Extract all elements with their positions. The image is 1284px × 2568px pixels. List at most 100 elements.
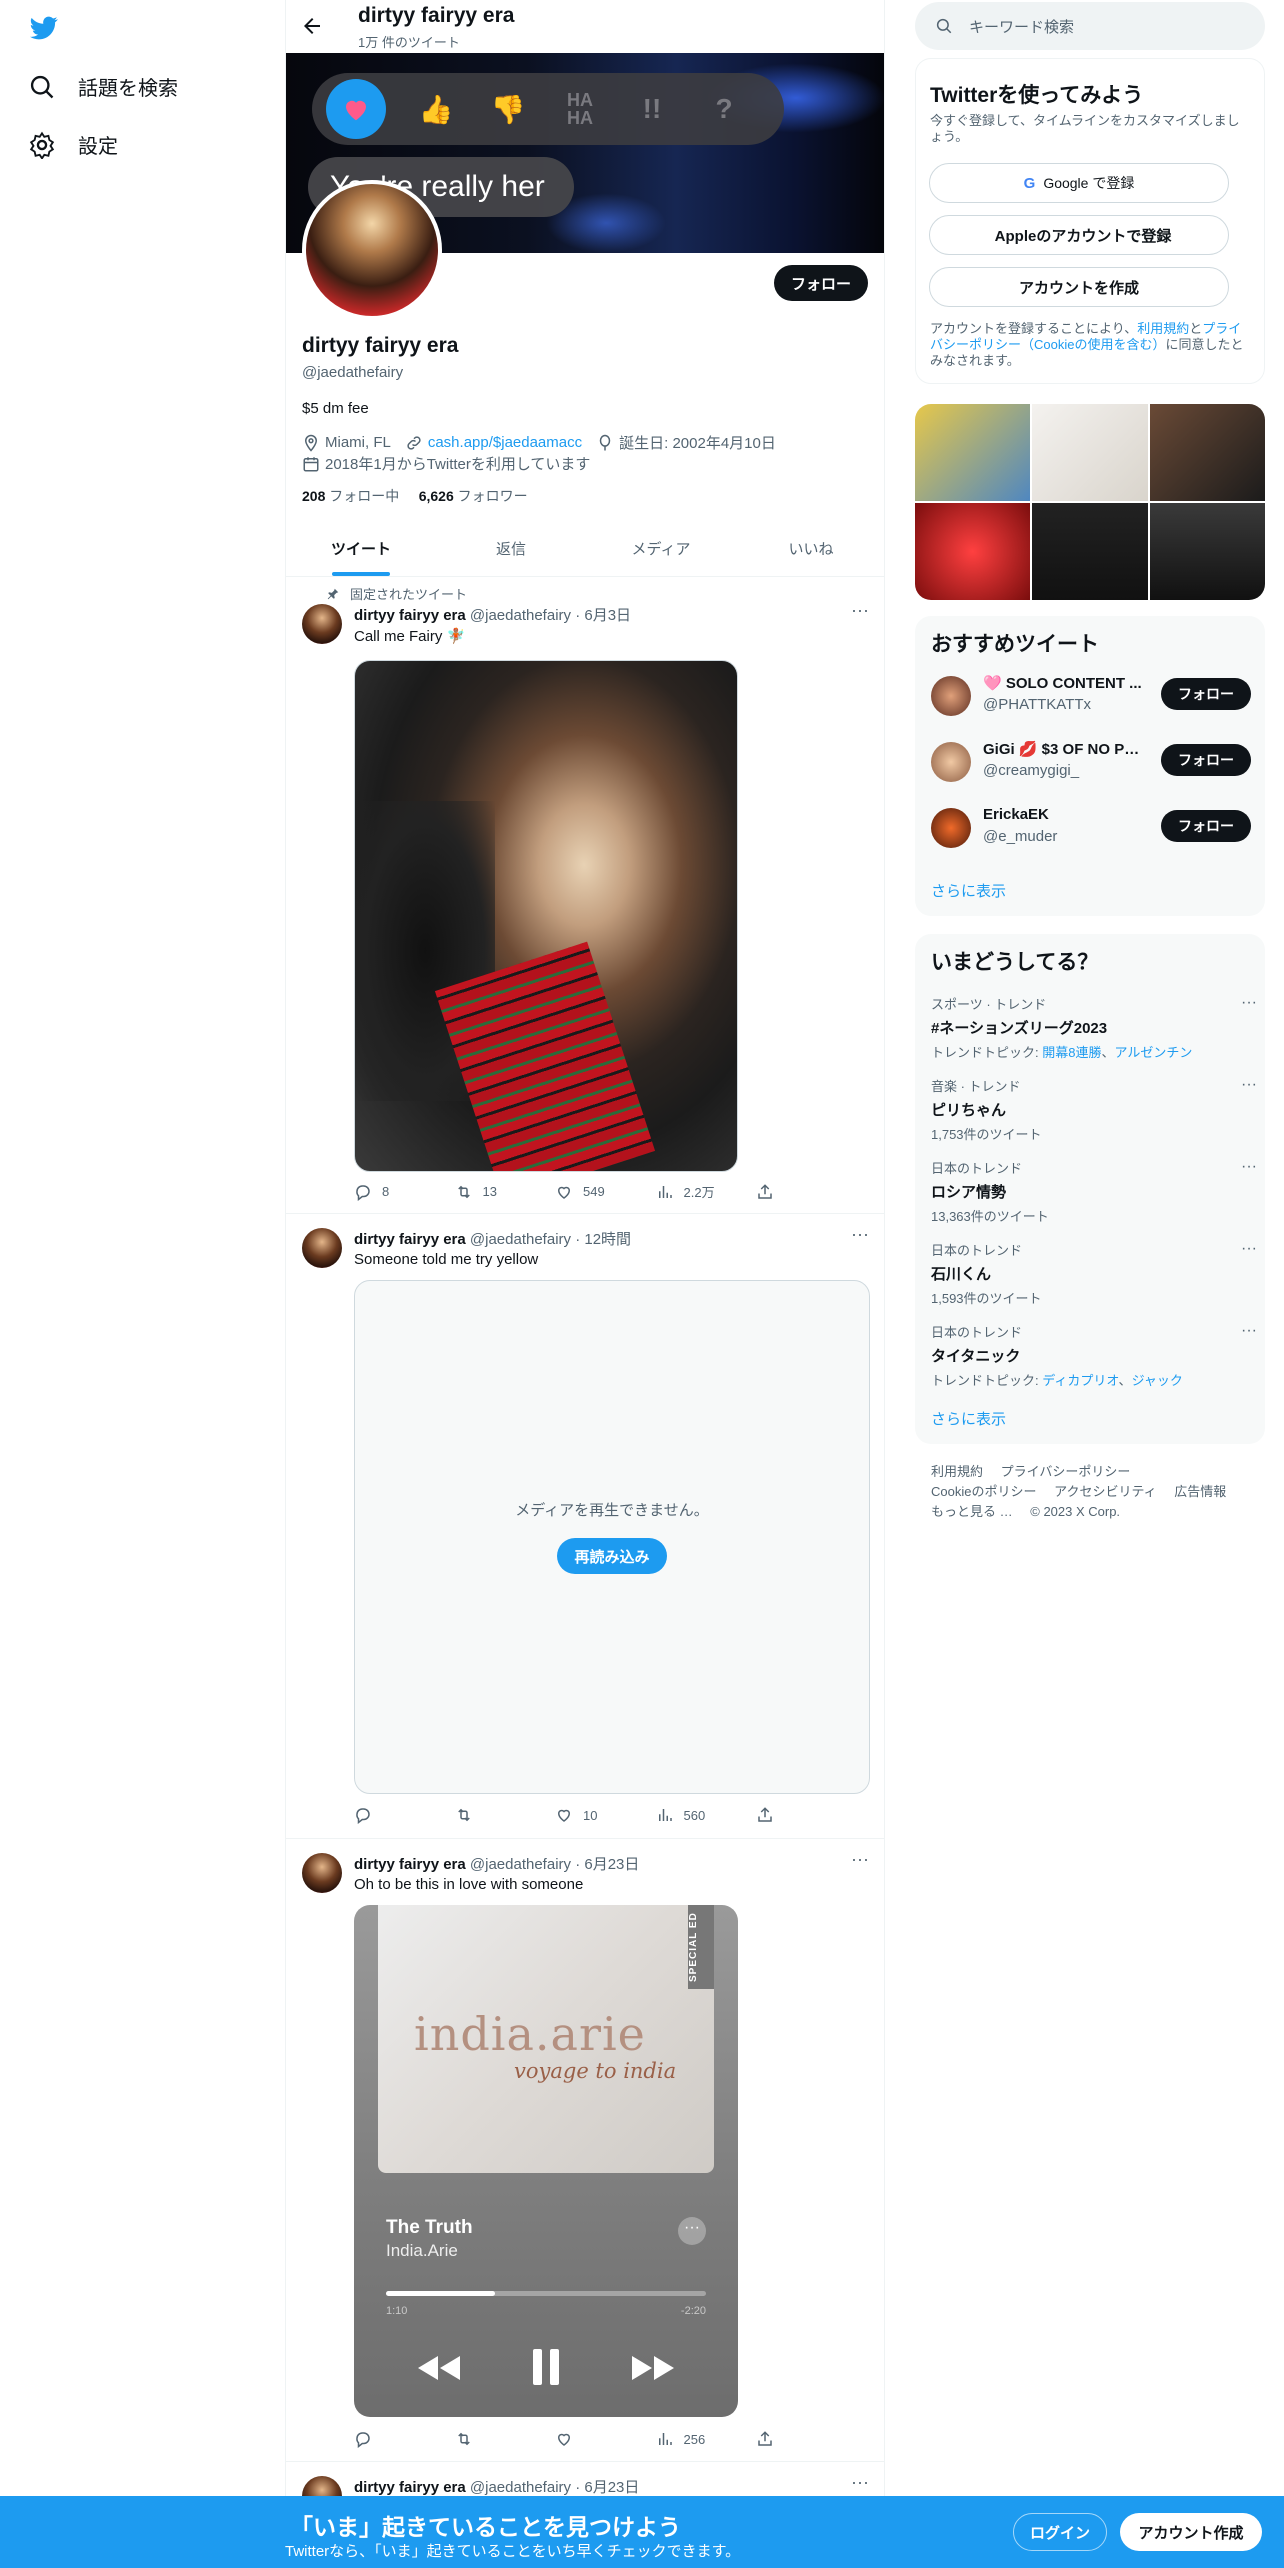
trend-item[interactable]: 音楽 · トレンド ピリちゃん 1,753件のツイート ··· — [931, 1076, 1257, 1143]
tweet-author-handle[interactable]: @jaedathefairy — [470, 2479, 571, 2496]
reco-user[interactable]: ErickaEK @e_muder フォロー — [931, 804, 1251, 854]
nav-explore[interactable]: 話題を検索 — [28, 72, 178, 101]
follow-button[interactable]: フォロー — [774, 265, 868, 301]
avatar[interactable] — [302, 604, 342, 644]
reply-button[interactable] — [354, 2430, 414, 2448]
reply-button[interactable] — [354, 1806, 414, 1824]
trend-item[interactable]: スポーツ · トレンド #ネーションズリーグ2023 トレンドトピック: 開幕8… — [931, 994, 1257, 1061]
trend-item[interactable]: 日本のトレンド ロシア情勢 13,363件のツイート ··· — [931, 1158, 1257, 1225]
avatar[interactable] — [302, 1853, 342, 1893]
tweet[interactable]: dirtyy fairyy era @jaedathefairy · 6月23日… — [286, 1839, 884, 2462]
back-arrow-icon[interactable] — [300, 14, 324, 38]
views-button[interactable]: 2.2万 — [656, 1182, 716, 1201]
retweet-button[interactable]: 13 — [455, 1182, 515, 1201]
music-player-screenshot[interactable]: india.arie voyage to india SPECIAL ED Th… — [354, 1905, 738, 2417]
login-button[interactable]: ログイン — [1013, 2513, 1107, 2551]
avatar[interactable] — [931, 808, 971, 848]
reco-user[interactable]: GiGi 💋 $3 OF NO PPV @creamygigi_ フォロー — [931, 738, 1251, 788]
tweet[interactable]: dirtyy fairyy era @jaedathefairy · 12時間 … — [286, 1214, 884, 1839]
more-options-icon[interactable]: ··· — [1241, 1240, 1257, 1258]
footer-link[interactable]: 利用規約 — [931, 1464, 983, 1479]
like-button[interactable]: 549 — [555, 1182, 615, 1201]
cookie-link[interactable]: （Cookieの使用を含む） — [1021, 337, 1165, 352]
more-options-icon[interactable]: ··· — [1241, 1076, 1257, 1094]
avatar[interactable] — [931, 676, 971, 716]
reload-button[interactable]: 再読み込み — [557, 1538, 667, 1574]
tweet-date[interactable]: · 6月23日 — [575, 2479, 639, 2496]
footer-link[interactable]: アクセシビリティ — [1054, 1484, 1157, 1499]
trends-show-more[interactable]: さらに表示 — [931, 1408, 1006, 1429]
tweet-author-name[interactable]: dirtyy fairyy era — [354, 1856, 466, 1873]
tweet-author-name[interactable]: dirtyy fairyy era — [354, 1231, 466, 1248]
share-button[interactable] — [756, 1182, 774, 1201]
share-button[interactable] — [756, 2430, 774, 2448]
tweet-author-handle[interactable]: @jaedathefairy — [470, 1231, 571, 1248]
tab-replies[interactable]: 返信 — [436, 524, 586, 576]
website-link[interactable]: cash.app/$jaedaamacc — [428, 434, 582, 451]
tab-media[interactable]: メディア — [586, 524, 736, 576]
grid-photo[interactable] — [915, 404, 1031, 501]
footer-link[interactable]: 広告情報 — [1174, 1484, 1226, 1499]
more-options-icon[interactable]: ··· — [850, 601, 870, 624]
reco-show-more[interactable]: さらに表示 — [931, 880, 1006, 901]
reco-user-name[interactable]: GiGi 💋 $3 OF NO PPV — [983, 740, 1143, 758]
following-link[interactable]: 208 フォロー中 — [302, 488, 399, 504]
more-options-icon[interactable]: ··· — [850, 1225, 870, 1248]
more-options-icon[interactable]: ··· — [1241, 1158, 1257, 1176]
google-signup-button[interactable]: G Google で登録 — [929, 163, 1229, 203]
terms-link[interactable]: 利用規約 — [1137, 321, 1189, 336]
profile-website[interactable]: cash.app/$jaedaamacc — [405, 434, 582, 452]
signup-button[interactable]: アカウント作成 — [1120, 2513, 1262, 2551]
more-options-icon[interactable]: ··· — [1241, 1322, 1257, 1340]
trend-item[interactable]: 日本のトレンド 石川くん 1,593件のツイート ··· — [931, 1240, 1257, 1307]
tweet-author-handle[interactable]: @jaedathefairy — [470, 1856, 571, 1873]
retweet-button[interactable] — [455, 1806, 515, 1824]
share-button[interactable] — [756, 1806, 774, 1824]
more-options-icon[interactable]: ··· — [850, 2473, 870, 2496]
twitter-logo-icon[interactable] — [28, 14, 60, 42]
more-options-icon[interactable]: ··· — [850, 1850, 870, 1873]
tweet[interactable]: 固定されたツイート dirtyy fairyy era @jaedathefai… — [286, 578, 884, 1214]
tweet-date[interactable]: · 12時間 — [575, 1231, 631, 1248]
followers-link[interactable]: 6,626 フォロワー — [419, 488, 528, 504]
follow-button[interactable]: フォロー — [1161, 678, 1251, 710]
retweet-button[interactable] — [455, 2430, 515, 2448]
like-button[interactable]: 10 — [555, 1806, 615, 1824]
trend-related-link[interactable]: ディカプリオ — [1042, 1373, 1118, 1388]
apple-signup-button[interactable]: Appleのアカウントで登録 — [929, 215, 1229, 255]
tweet-date[interactable]: · 6月3日 — [575, 607, 631, 624]
video-player[interactable]: メディアを再生できません。 再読み込み — [354, 1280, 870, 1794]
tweet-author-handle[interactable]: @jaedathefairy — [470, 607, 571, 624]
tab-likes[interactable]: いいね — [736, 524, 884, 576]
profile-avatar[interactable] — [302, 180, 442, 320]
like-button[interactable] — [555, 2430, 615, 2448]
views-button[interactable]: 560 — [656, 1806, 716, 1824]
reco-user-name[interactable]: ErickaEK — [983, 806, 1143, 823]
footer-link[interactable]: プライバシーポリシー — [1001, 1464, 1131, 1479]
tweet-image[interactable] — [354, 660, 738, 1172]
grid-photo[interactable] — [1032, 404, 1148, 501]
grid-photo[interactable] — [1032, 503, 1148, 600]
follow-button[interactable]: フォロー — [1161, 810, 1251, 842]
reco-user[interactable]: 🩷 SOLO CONTENT ... @PHATTKATTx フォロー — [931, 672, 1251, 722]
views-button[interactable]: 256 — [656, 2430, 716, 2448]
search-input[interactable]: キーワード検索 — [915, 2, 1265, 50]
tweet-author-name[interactable]: dirtyy fairyy era — [354, 2479, 466, 2496]
grid-photo[interactable] — [915, 503, 1031, 600]
grid-photo[interactable] — [1149, 503, 1265, 600]
footer-link[interactable]: Cookieのポリシー — [931, 1484, 1036, 1499]
tab-tweets[interactable]: ツイート — [286, 524, 436, 576]
more-options-icon[interactable]: ··· — [1241, 994, 1257, 1012]
tweet-author-name[interactable]: dirtyy fairyy era — [354, 607, 466, 624]
grid-photo[interactable] — [1149, 404, 1265, 501]
avatar[interactable] — [302, 1228, 342, 1268]
trend-related-link[interactable]: 開幕8連勝 — [1042, 1045, 1101, 1060]
nav-settings[interactable]: 設定 — [28, 130, 118, 159]
trend-item[interactable]: 日本のトレンド タイタニック トレンドトピック: ディカプリオ、ジャック ··· — [931, 1322, 1257, 1389]
tweet-date[interactable]: · 6月23日 — [575, 1856, 639, 1873]
reply-button[interactable]: 8 — [354, 1182, 414, 1201]
trend-related-link[interactable]: ジャック — [1132, 1373, 1183, 1388]
footer-more-link[interactable]: もっと見る … — [931, 1504, 1013, 1519]
reco-user-name[interactable]: 🩷 SOLO CONTENT ... — [983, 674, 1143, 692]
follow-button[interactable]: フォロー — [1161, 744, 1251, 776]
